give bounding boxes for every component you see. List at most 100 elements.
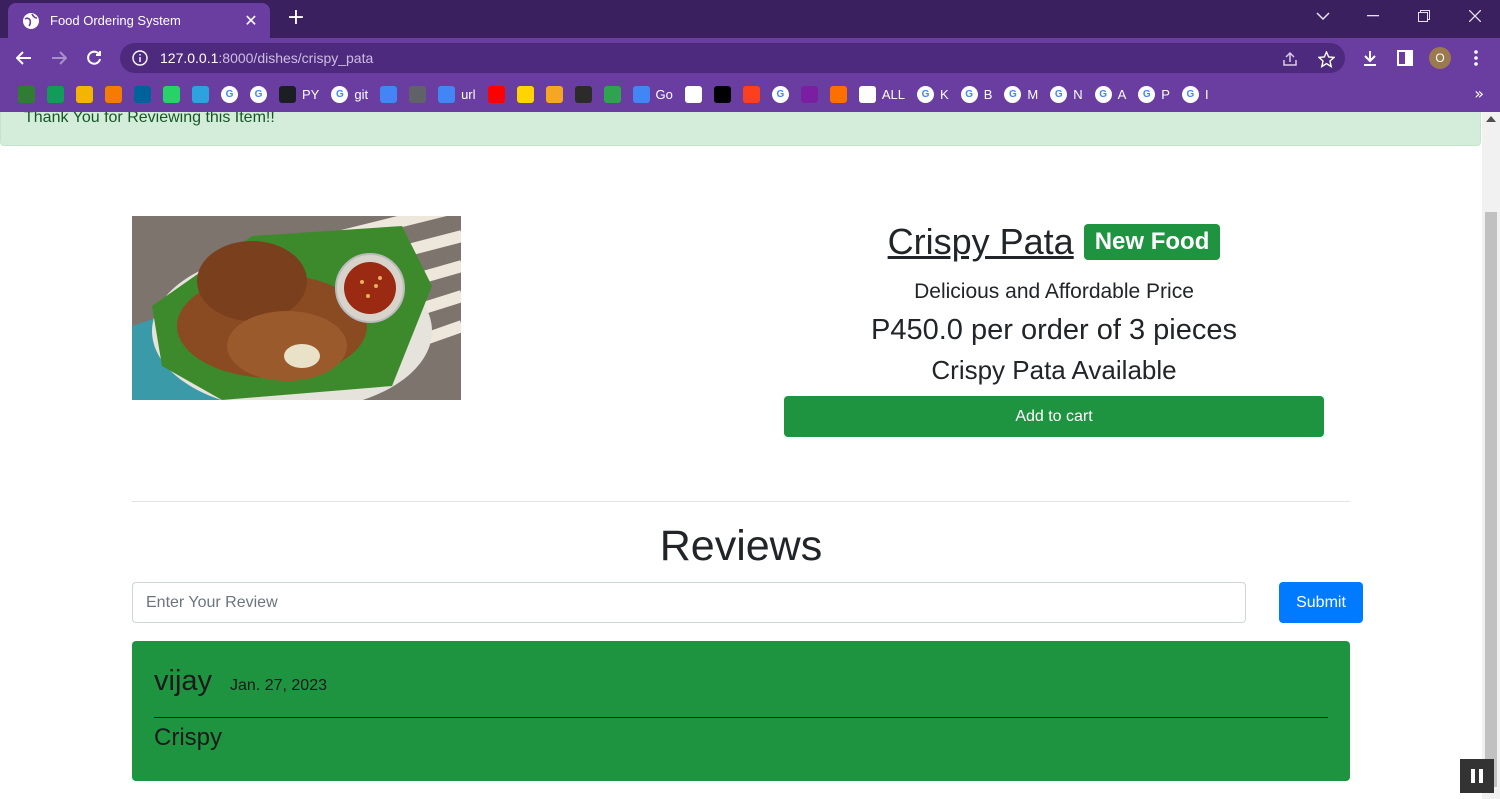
dish-name-row: Crispy Pata New Food xyxy=(784,220,1324,264)
bookmark-item[interactable] xyxy=(540,81,569,107)
ieee-icon xyxy=(134,85,151,103)
menu-kebab-icon[interactable] xyxy=(1463,45,1489,71)
bookmark-label: P xyxy=(1161,86,1170,102)
google-icon: G xyxy=(960,85,978,103)
share-icon[interactable] xyxy=(1280,49,1300,69)
pause-icon[interactable] xyxy=(1460,759,1494,793)
profile-avatar[interactable]: O xyxy=(1427,45,1453,71)
review-input[interactable] xyxy=(132,582,1246,623)
bookmark-item[interactable] xyxy=(128,81,157,107)
review-divider xyxy=(154,717,1328,718)
reload-icon[interactable] xyxy=(81,45,107,71)
bookmark-item[interactable]: url xyxy=(432,81,481,107)
google-icon: G xyxy=(1050,85,1068,103)
youtube-icon xyxy=(487,85,505,103)
side-panel-icon[interactable] xyxy=(1392,45,1418,71)
bookmark-label: Go xyxy=(655,86,673,102)
url-host: 127.0.0.1 xyxy=(160,50,219,66)
bookmark-item[interactable]: GB xyxy=(955,81,999,107)
review-text: Crispy xyxy=(154,724,223,751)
bookmark-item[interactable] xyxy=(598,81,627,107)
forward-icon[interactable] xyxy=(46,45,72,71)
scroll-up-arrow-icon[interactable] xyxy=(1486,116,1496,122)
telegram-icon xyxy=(192,85,209,103)
site-info-icon[interactable] xyxy=(132,50,148,66)
bookmark-item[interactable] xyxy=(737,81,766,107)
bookmark-item[interactable] xyxy=(679,81,708,107)
review-card: vijay Jan. 27, 2023 Crispy xyxy=(132,641,1350,781)
wifi-icon xyxy=(438,85,456,103)
bookmark-item[interactable] xyxy=(157,81,186,107)
bookmark-item[interactable]: G xyxy=(244,81,273,107)
bookmark-item[interactable]: GK xyxy=(911,81,955,107)
google-icon: G xyxy=(250,85,267,103)
bookmark-item[interactable] xyxy=(374,81,403,107)
tab-food-ordering-system[interactable]: Food Ordering System ✕ xyxy=(8,3,270,38)
bookmark-item[interactable]: GN xyxy=(1044,81,1088,107)
url-text: 127.0.0.1:8000/dishes/crispy_pata xyxy=(160,50,373,66)
address-bar[interactable]: 127.0.0.1:8000/dishes/crispy_pata xyxy=(120,43,1345,73)
bookmark-item[interactable] xyxy=(99,81,128,107)
section-divider xyxy=(132,501,1350,502)
minimize-icon[interactable] xyxy=(1349,0,1397,32)
bookmark-label: git xyxy=(354,86,369,102)
more-bookmarks-icon[interactable]: » xyxy=(1474,84,1484,103)
whatsapp-icon xyxy=(163,85,180,103)
bookmark-label: ALL xyxy=(881,86,906,102)
docs-icon xyxy=(380,85,398,103)
yandex-icon xyxy=(742,85,760,103)
page-viewport: Thank You for Reviewing this Item!! Cris… xyxy=(0,112,1482,799)
page-scrollbar[interactable] xyxy=(1482,112,1500,799)
cl-icon xyxy=(713,85,731,103)
bookmark-item[interactable]: Ggit xyxy=(325,81,374,107)
google-icon: G xyxy=(1181,85,1199,103)
add-to-cart-button[interactable]: Add to cart xyxy=(784,396,1324,437)
new-tab-icon[interactable]: + xyxy=(284,6,308,30)
back-icon[interactable] xyxy=(11,45,37,71)
bookmark-item[interactable]: GI xyxy=(1176,81,1215,107)
google-icon: G xyxy=(1138,85,1156,103)
bookmark-item[interactable]: G xyxy=(215,81,244,107)
tab-close-icon[interactable]: ✕ xyxy=(242,11,260,30)
bookmark-item[interactable] xyxy=(12,81,41,107)
reviews-heading: Reviews xyxy=(659,522,823,570)
bookmark-item[interactable] xyxy=(70,81,99,107)
bookmark-item[interactable]: G xyxy=(766,81,795,107)
window-close-icon[interactable] xyxy=(1451,0,1499,32)
bookmark-label: B xyxy=(983,86,993,102)
dish-price: P450.0 per order of 3 pieces xyxy=(871,314,1237,346)
bookmarks-bar: G G PY Ggit url Go G ALL G K G B G M G N G A G P G I» xyxy=(0,76,1500,112)
bookmark-item[interactable]: GA xyxy=(1089,81,1133,107)
bookmark-item[interactable] xyxy=(795,81,824,107)
bookmark-item[interactable]: PY xyxy=(273,81,325,107)
tab-title: Food Ordering System xyxy=(50,13,181,28)
p-icon xyxy=(516,85,534,103)
bookmark-item[interactable] xyxy=(482,81,511,107)
bookmark-item[interactable] xyxy=(41,81,70,107)
go-icon xyxy=(632,85,650,103)
bookmark-star-icon[interactable] xyxy=(1316,49,1336,69)
bookmark-item[interactable] xyxy=(511,81,540,107)
download-icon[interactable] xyxy=(1357,45,1383,71)
bookmark-item[interactable] xyxy=(403,81,432,107)
submit-review-button[interactable]: Submit xyxy=(1279,582,1363,623)
rocket-icon xyxy=(800,85,818,103)
bookmark-item[interactable]: GP xyxy=(1132,81,1176,107)
lion-icon xyxy=(574,85,592,103)
dish-name: Crispy Pata xyxy=(887,221,1074,262)
bookmark-item[interactable] xyxy=(708,81,737,107)
bookmark-item[interactable] xyxy=(186,81,215,107)
bookmark-item[interactable] xyxy=(824,81,853,107)
bookmark-item[interactable]: Go xyxy=(627,81,679,107)
globe-icon xyxy=(23,12,39,29)
bookmark-item[interactable]: GM xyxy=(998,81,1044,107)
restore-icon[interactable] xyxy=(1400,0,1448,32)
bookmark-item[interactable]: ALL xyxy=(853,81,911,107)
tab-search-icon[interactable] xyxy=(1299,0,1347,32)
slides-icon xyxy=(76,85,93,103)
dish-tagline: Delicious and Affordable Price xyxy=(914,280,1194,303)
bookmark-label: url xyxy=(461,86,476,102)
bookmark-item[interactable] xyxy=(569,81,598,107)
browser-tabstrip: Food Ordering System ✕ + xyxy=(0,0,1500,38)
scroll-thumb[interactable] xyxy=(1485,212,1497,787)
